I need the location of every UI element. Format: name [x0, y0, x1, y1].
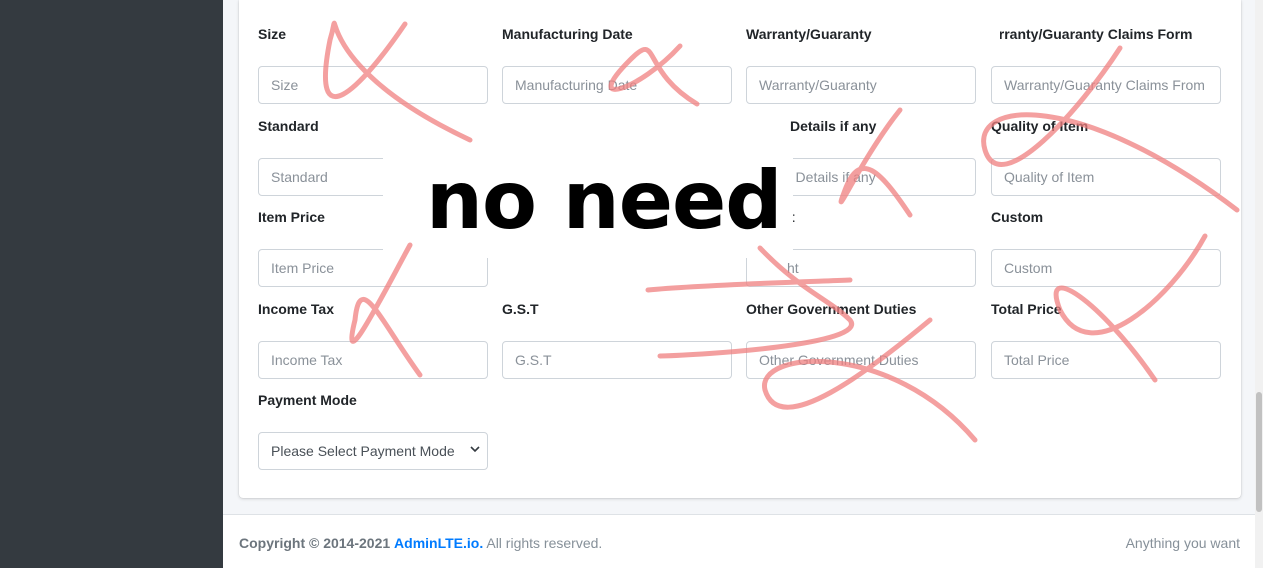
- total-price-field: Total Price: [991, 299, 1221, 379]
- page-scrollbar[interactable]: [1255, 0, 1263, 568]
- sidebar: [0, 0, 223, 568]
- total-price-input[interactable]: [991, 341, 1221, 379]
- copyright-text: Copyright © 2014-2021: [239, 535, 391, 551]
- income-tax-field: Income Tax: [258, 299, 488, 379]
- partial-field: t: [746, 207, 976, 287]
- quality-input[interactable]: [991, 158, 1221, 196]
- warranty-claims-field: arranty/Guaranty Claims Form: [991, 24, 1221, 104]
- payment-mode-field: Payment Mode Please Select Payment Mode: [258, 390, 488, 470]
- manufacturing-date-label: Manufacturing Date: [502, 26, 633, 42]
- custom-input[interactable]: [991, 249, 1221, 287]
- details-input[interactable]: [746, 158, 976, 196]
- details-field: Details if any: [746, 116, 976, 196]
- warranty-input[interactable]: [746, 66, 976, 104]
- warranty-claims-label: arranty/Guaranty Claims Form: [991, 26, 1193, 42]
- gst-label: G.S.T: [502, 301, 539, 317]
- manufacturing-date-field: Manufacturing Date: [502, 24, 732, 104]
- warranty-label: Warranty/Guaranty: [746, 26, 872, 42]
- size-input[interactable]: [258, 66, 488, 104]
- income-tax-input[interactable]: [258, 341, 488, 379]
- adminlte-link[interactable]: AdminLTE.io.: [394, 535, 483, 551]
- warranty-field: Warranty/Guaranty: [746, 24, 976, 104]
- size-field: Size: [258, 24, 488, 104]
- scrollbar-thumb[interactable]: [1256, 392, 1262, 512]
- item-price-input[interactable]: [258, 249, 488, 287]
- footer-copyright: Copyright © 2014-2021 AdminLTE.io. All r…: [239, 535, 602, 551]
- rights-text: All rights reserved.: [486, 535, 603, 551]
- item-price-field: Item Price: [258, 207, 488, 287]
- details-label: Details if any: [790, 118, 877, 134]
- warranty-claims-input[interactable]: [991, 66, 1221, 104]
- partial-input[interactable]: [746, 249, 976, 287]
- standard-label: Standard: [258, 118, 319, 134]
- quality-label: Quality of Item: [991, 118, 1089, 134]
- total-price-label: Total Price: [991, 301, 1062, 317]
- footer: Copyright © 2014-2021 AdminLTE.io. All r…: [223, 514, 1263, 568]
- gst-field: G.S.T: [502, 299, 732, 379]
- custom-field: Custom: [991, 207, 1221, 287]
- income-tax-label: Income Tax: [258, 301, 334, 317]
- gst-input[interactable]: [502, 341, 732, 379]
- main-content: Size Manufacturing Date Warranty/Guarant…: [223, 0, 1263, 568]
- payment-mode-label: Payment Mode: [258, 392, 357, 408]
- standard-field: Standard: [258, 116, 488, 196]
- manufacturing-date-input[interactable]: [502, 66, 732, 104]
- quality-field: Quality of Item: [991, 116, 1221, 196]
- other-duties-label: Other Government Duties: [746, 301, 917, 317]
- form-card: Size Manufacturing Date Warranty/Guarant…: [239, 0, 1241, 498]
- size-label: Size: [258, 26, 287, 42]
- other-duties-input[interactable]: [746, 341, 976, 379]
- payment-mode-select[interactable]: Please Select Payment Mode: [258, 432, 488, 470]
- item-price-label: Item Price: [258, 209, 325, 225]
- partial-label: t: [790, 209, 795, 225]
- custom-label: Custom: [991, 209, 1044, 225]
- footer-right-text: Anything you want: [1125, 535, 1240, 551]
- other-duties-field: Other Government Duties: [746, 299, 976, 379]
- standard-input[interactable]: [258, 158, 488, 196]
